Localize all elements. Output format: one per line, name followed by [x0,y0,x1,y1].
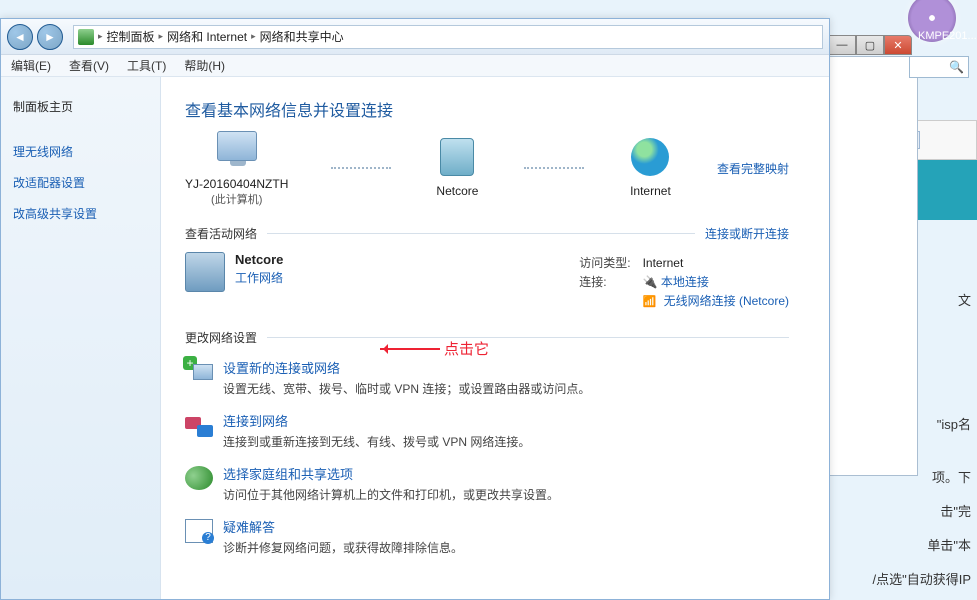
chevron-right-icon: ▸ [159,31,164,42]
map-node-pc: YJ-20160404NZTH (此计算机) [185,129,288,207]
bg-text-5: 击"完 [823,495,971,529]
navigation-bar: ◄ ► ▸ 控制面板 ▸ 网络和 Internet ▸ 网络和共享中心 [1,19,829,55]
network-map-row: YJ-20160404NZTH (此计算机) Netcore Internet … [185,129,789,207]
task-title-2: 选择家庭组和共享选项 [223,464,559,483]
secondary-window-controls: — ▢ ✕ [828,35,912,55]
task-setup-connection[interactable]: 设置新的连接或网络 设置无线、宽带、拨号、临时或 VPN 连接；或设置路由器或访… [185,358,789,397]
annotation-callout: 点击它 [380,338,489,359]
chevron-right-icon: ▸ [251,31,256,42]
crumb-sharing-center[interactable]: 网络和共享中心 [260,28,344,45]
router-icon [440,138,474,176]
sidebar-home[interactable]: 制面板主页 [13,91,148,122]
forward-button[interactable]: ► [37,24,63,50]
active-networks-label: 查看活动网络 [185,225,257,242]
menu-tools[interactable]: 工具(T) [127,57,166,74]
breadcrumb[interactable]: ▸ 控制面板 ▸ 网络和 Internet ▸ 网络和共享中心 [73,25,823,49]
main-content: 查看基本网络信息并设置连接 YJ-20160404NZTH (此计算机) Net… [161,77,829,599]
maximize-button[interactable]: ▢ [856,35,884,55]
view-full-map-link[interactable]: 查看完整映射 [717,160,789,177]
task-title-0: 设置新的连接或网络 [223,358,590,377]
troubleshoot-icon [185,519,213,543]
taskbar-disc-label[interactable]: KMPE201... [918,30,977,42]
search-box-secondary[interactable]: 🔍 [909,56,969,78]
task-desc-3: 诊断并修复网络问题，或获得故障排除信息。 [223,539,463,556]
gateway-label: Netcore [433,184,481,198]
bg-text-7: /点选"自动获得IP [823,563,971,597]
task-desc-0: 设置无线、宽带、拨号、临时或 VPN 连接；或设置路由器或访问点。 [223,380,590,397]
task-title-1: 连接到网络 [223,411,530,430]
network-name: Netcore [235,252,283,267]
map-node-internet: Internet [626,138,674,198]
back-button[interactable]: ◄ [7,24,33,50]
page-title: 查看基本网络信息并设置连接 [185,97,789,121]
task-troubleshoot[interactable]: 疑难解答 诊断并修复网络问题，或获得故障排除信息。 [185,517,789,556]
crumb-network-internet[interactable]: 网络和 Internet [167,28,247,45]
internet-label: Internet [626,184,674,198]
connect-network-icon [185,413,213,437]
map-connector-1 [331,167,391,169]
sidebar-adapter-settings[interactable]: 改适配器设置 [13,167,148,198]
crumb-control-panel[interactable]: 控制面板 [107,28,155,45]
wifi-connection-link[interactable]: 无线网络连接 (Netcore) [664,294,789,308]
menu-edit[interactable]: 编辑(E) [11,57,51,74]
search-icon: 🔍 [949,60,964,74]
computer-icon [217,131,257,161]
sidebar-manage-wireless[interactable]: 理无线网络 [13,136,148,167]
chevron-right-icon: ▸ [98,31,103,42]
homegroup-icon [185,466,213,490]
network-type-link[interactable]: 工作网络 [235,269,283,286]
ethernet-icon: 🔌 [643,275,658,289]
wifi-signal-icon: 📶 [643,296,657,308]
pc-name-label: YJ-20160404NZTH [185,177,288,191]
close-button[interactable]: ✕ [884,35,912,55]
change-settings-label: 更改网络设置 [185,329,257,346]
menu-view[interactable]: 查看(V) [69,57,109,74]
pc-sub-label: (此计算机) [185,191,288,207]
annotation-text: 点击它 [444,338,489,359]
access-type-label: 访问类型: [579,254,639,271]
task-desc-2: 访问位于其他网络计算机上的文件和打印机，或更改共享设置。 [223,486,559,503]
minimize-button[interactable]: — [828,35,856,55]
secondary-window [828,56,918,476]
menu-bar: 编辑(E) 查看(V) 工具(T) 帮助(H) [1,55,829,77]
sidebar: 制面板主页 理无线网络 改适配器设置 改高级共享设置 [1,77,161,599]
task-title-3: 疑难解答 [223,517,463,536]
control-panel-window: ◄ ► ▸ 控制面板 ▸ 网络和 Internet ▸ 网络和共享中心 编辑(E… [0,18,830,600]
connect-disconnect-link[interactable]: 连接或断开连接 [705,225,789,242]
bg-text-6: 单击"本 [823,529,971,563]
task-connect-network[interactable]: 连接到网络 连接到或重新连接到无线、有线、拨号或 VPN 网络连接。 [185,411,789,450]
setup-connection-icon [185,360,213,384]
sidebar-advanced-sharing[interactable]: 改高级共享设置 [13,198,148,229]
access-type-value: Internet [643,256,684,270]
active-network-box: Netcore 工作网络 访问类型: Internet 连接: 🔌 本地连接 [185,252,789,311]
task-desc-1: 连接到或重新连接到无线、有线、拨号或 VPN 网络连接。 [223,433,530,450]
local-connection-link[interactable]: 本地连接 [661,275,709,289]
task-homegroup[interactable]: 选择家庭组和共享选项 访问位于其他网络计算机上的文件和打印机，或更改共享设置。 [185,464,789,503]
globe-icon [631,138,669,176]
map-connector-2 [524,167,584,169]
breadcrumb-root-icon [78,29,94,45]
annotation-arrow-icon [380,348,440,350]
menu-help[interactable]: 帮助(H) [184,57,225,74]
active-networks-header: 查看活动网络 连接或断开连接 [185,225,789,242]
connections-label: 连接: [579,273,639,290]
network-large-icon [185,252,225,292]
map-node-gateway: Netcore [433,138,481,198]
